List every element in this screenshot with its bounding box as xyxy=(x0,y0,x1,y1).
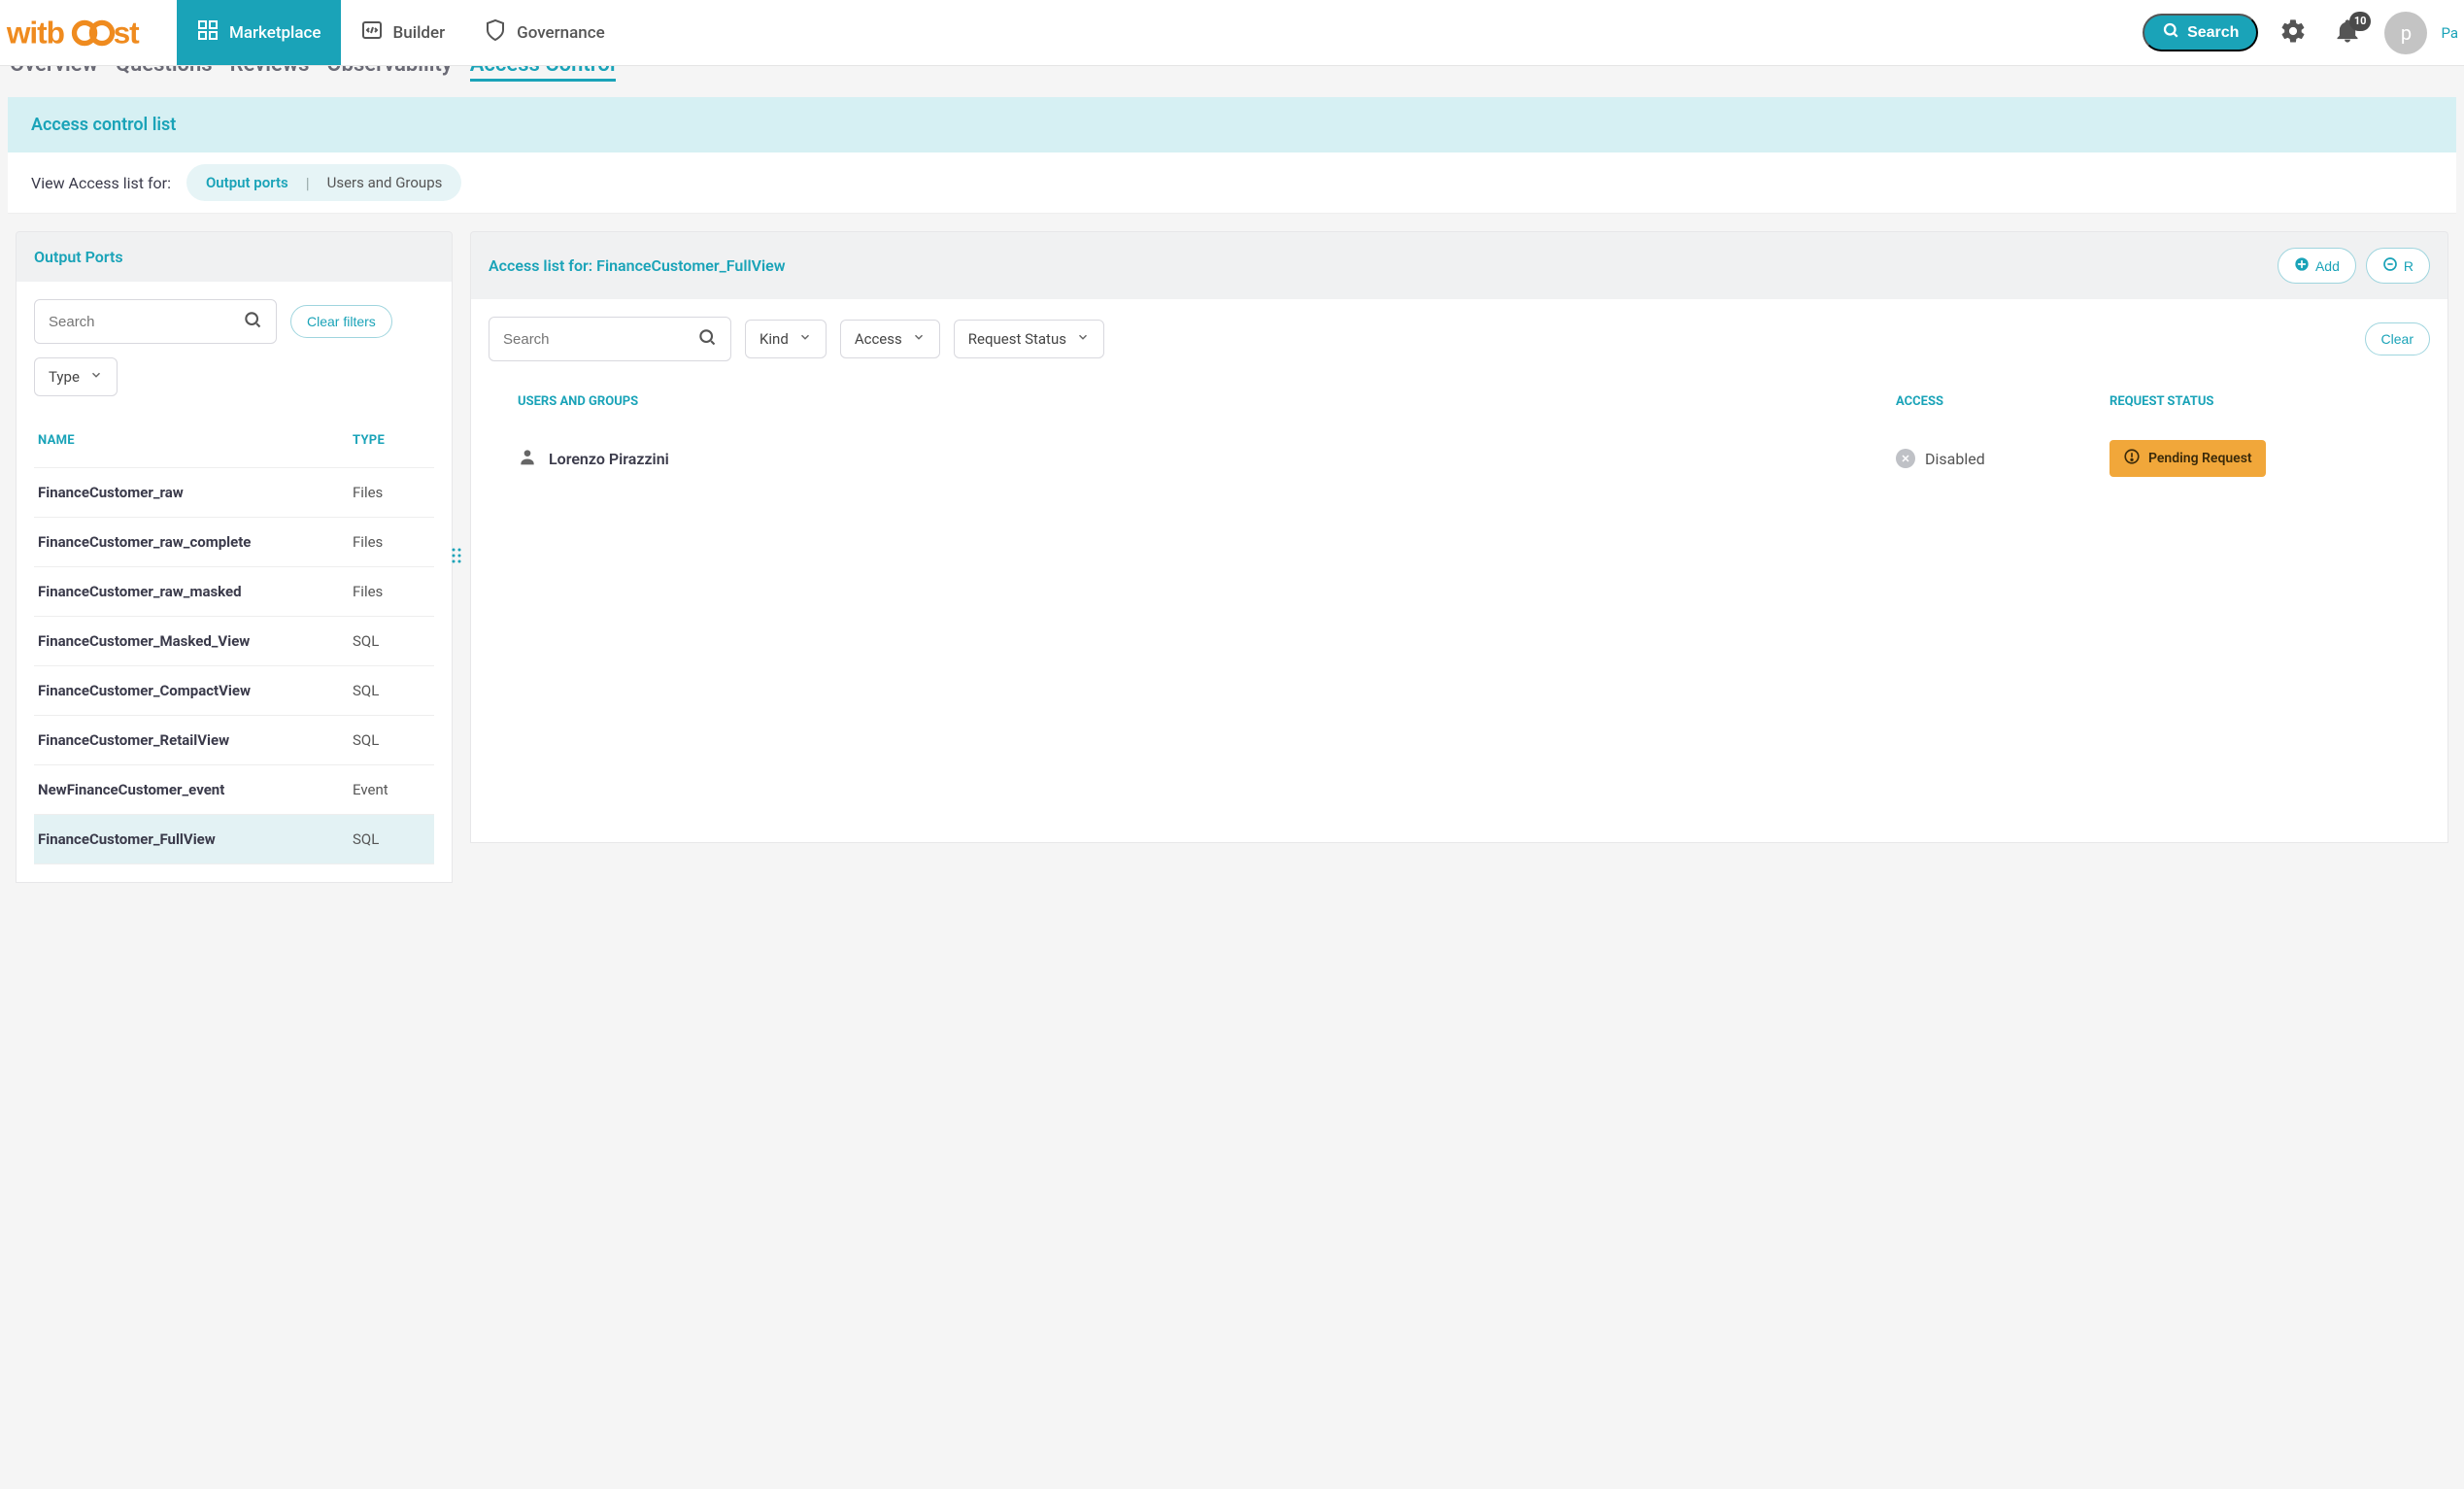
output-ports-clear-filters-button[interactable]: Clear filters xyxy=(290,305,392,338)
search-icon xyxy=(243,310,262,333)
nav-label: Governance xyxy=(517,23,605,43)
output-port-row[interactable]: FinanceCustomer_raw_complete Files xyxy=(34,517,434,566)
add-button[interactable]: Add xyxy=(2278,248,2356,284)
access-list-search[interactable] xyxy=(489,317,731,361)
chevron-down-icon xyxy=(1076,330,1090,348)
alert-icon xyxy=(2123,448,2141,469)
grid-icon xyxy=(196,18,219,47)
nav-label: Builder xyxy=(393,23,446,43)
nav-governance[interactable]: Governance xyxy=(464,0,624,65)
avatar[interactable]: p xyxy=(2384,12,2427,54)
minus-icon xyxy=(2382,256,2398,275)
search-icon xyxy=(697,327,717,351)
access-value: Disabled xyxy=(1925,450,1985,468)
shield-icon xyxy=(484,18,507,47)
tab-overview[interactable]: Overview xyxy=(10,66,98,82)
subtabs-bar: Overview Questions Reviews Observability… xyxy=(0,66,2464,87)
view-access-list-row: View Access list for: Output ports | Use… xyxy=(8,152,2456,214)
logo[interactable]: witb st xyxy=(0,0,177,65)
output-port-row[interactable]: FinanceCustomer_FullView SQL xyxy=(34,814,434,863)
output-ports-panel: Output Ports Clear filters Typ xyxy=(16,231,453,883)
output-ports-search[interactable] xyxy=(34,299,277,344)
col-status: REQUEST STATUS xyxy=(2110,394,2401,409)
access-cell: Disabled xyxy=(1896,449,2100,468)
col-name: NAME xyxy=(38,433,343,448)
person-icon xyxy=(518,447,537,470)
output-port-row[interactable]: FinanceCustomer_raw_masked Files xyxy=(34,566,434,616)
output-ports-title: Output Ports xyxy=(34,248,123,266)
col-users: USERS AND GROUPS xyxy=(518,394,1886,409)
filter-kind[interactable]: Kind xyxy=(745,320,827,358)
disabled-icon xyxy=(1896,449,1915,468)
chip-divider: | xyxy=(306,174,310,192)
plus-icon xyxy=(2294,256,2310,275)
view-chip-group: Output ports | Users and Groups xyxy=(186,164,461,201)
nav-builder[interactable]: Builder xyxy=(341,0,465,65)
access-list-header: Access list for: FinanceCustomer_FullVie… xyxy=(470,231,2448,299)
status-text: Pending Request xyxy=(2148,451,2252,466)
settings-button[interactable] xyxy=(2274,14,2312,52)
svg-text:st: st xyxy=(114,15,141,50)
gear-icon xyxy=(2279,17,2307,49)
output-port-row[interactable]: FinanceCustomer_raw Files xyxy=(34,467,434,517)
user-cell: Lorenzo Pirazzini xyxy=(518,447,1886,470)
output-ports-header: Output Ports xyxy=(16,231,453,282)
user-name: Lorenzo Pirazzini xyxy=(549,450,669,468)
svg-text:witb: witb xyxy=(6,15,65,50)
output-ports-type-filter[interactable]: Type xyxy=(34,357,118,396)
access-list-title: Access list for: FinanceCustomer_FullVie… xyxy=(489,256,786,275)
status-cell: Pending Request xyxy=(2110,440,2401,477)
search-label: Search xyxy=(2187,24,2239,42)
acl-header: Access control list xyxy=(8,97,2456,152)
chevron-down-icon xyxy=(89,368,103,386)
type-filter-label: Type xyxy=(49,368,80,386)
col-type: TYPE xyxy=(353,433,430,448)
access-list-clear-filters-button[interactable]: Clear xyxy=(2365,322,2430,355)
output-port-row[interactable]: FinanceCustomer_Masked_View SQL xyxy=(34,616,434,665)
chip-output-ports[interactable]: Output ports xyxy=(192,168,302,197)
chip-users-groups[interactable]: Users and Groups xyxy=(314,168,456,197)
output-port-row[interactable]: FinanceCustomer_CompactView SQL xyxy=(34,665,434,715)
remove-button[interactable]: R xyxy=(2366,248,2430,284)
output-ports-columns: NAME TYPE xyxy=(34,410,434,467)
filter-access[interactable]: Access xyxy=(840,320,940,358)
code-icon xyxy=(360,18,384,47)
col-access: ACCESS xyxy=(1896,394,2100,409)
main-columns: Output Ports Clear filters Typ xyxy=(8,214,2456,900)
output-port-row[interactable]: NewFinanceCustomer_event Event xyxy=(34,764,434,814)
notifications-count-badge: 10 xyxy=(2349,12,2372,31)
output-ports-search-input[interactable] xyxy=(49,314,233,330)
notifications-button[interactable]: 10 xyxy=(2328,14,2367,52)
chevron-down-icon xyxy=(798,330,812,348)
output-port-row[interactable]: FinanceCustomer_RetailView SQL xyxy=(34,715,434,764)
topbar: witb st Marketplace Builder xyxy=(0,0,2464,66)
access-list-panel: Access list for: FinanceCustomer_FullVie… xyxy=(470,231,2448,883)
view-access-list-label: View Access list for: xyxy=(31,174,171,192)
chevron-down-icon xyxy=(912,330,926,348)
avatar-letter: p xyxy=(2401,21,2412,45)
search-icon xyxy=(2162,21,2179,44)
access-list-search-input[interactable] xyxy=(503,331,688,348)
filter-request-status[interactable]: Request Status xyxy=(954,320,1104,358)
avatar-after-text: Pa xyxy=(2427,24,2460,42)
nav-label: Marketplace xyxy=(229,23,321,43)
tab-observability[interactable]: Observability xyxy=(326,66,452,82)
access-list-columns: USERS AND GROUPS ACCESS REQUEST STATUS xyxy=(489,385,2430,426)
access-list-row[interactable]: Lorenzo Pirazzini Disabled Pending Reque… xyxy=(489,426,2430,491)
column-resize-handle[interactable] xyxy=(451,547,462,568)
tab-reviews[interactable]: Reviews xyxy=(230,66,310,82)
nav-marketplace[interactable]: Marketplace xyxy=(177,0,341,65)
global-search-button[interactable]: Search xyxy=(2143,14,2258,51)
status-badge: Pending Request xyxy=(2110,440,2266,477)
tab-access-control[interactable]: Access Control xyxy=(470,66,616,82)
tab-questions[interactable]: Questions xyxy=(116,66,213,82)
